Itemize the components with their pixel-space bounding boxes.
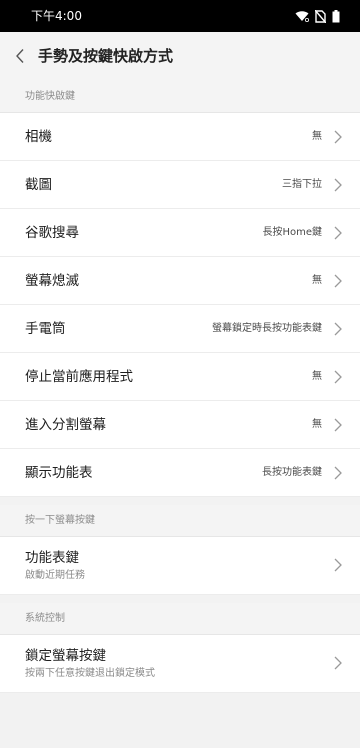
row-split-screen[interactable]: 進入分割螢幕 無	[0, 401, 360, 449]
section-header-shortcut-keys: 功能快啟鍵	[0, 81, 360, 113]
chevron-right-icon	[334, 274, 342, 288]
chevron-right-icon	[334, 656, 342, 670]
chevron-right-icon	[334, 466, 342, 480]
row-value: 長按Home鍵	[262, 227, 322, 238]
section-header-screen-buttons: 按一下螢幕按鍵	[0, 505, 360, 537]
section-title: 按一下螢幕按鍵	[25, 515, 95, 526]
wifi-icon	[295, 11, 309, 22]
row-subtitle: 按兩下任意按鍵退出鎖定模式	[25, 668, 155, 679]
row-label: 進入分割螢幕	[25, 417, 106, 433]
section-title: 功能快啟鍵	[25, 91, 75, 102]
app-bar: 手勢及按鍵快啟方式	[0, 32, 360, 81]
chevron-right-icon	[334, 418, 342, 432]
row-google-search[interactable]: 谷歌搜尋 長按Home鍵	[0, 209, 360, 257]
row-value: 無	[312, 275, 322, 286]
row-screen-off[interactable]: 螢幕熄滅 無	[0, 257, 360, 305]
section-gap	[0, 595, 360, 603]
row-lock-screen-button[interactable]: 鎖定螢幕按鍵 按兩下任意按鍵退出鎖定模式	[0, 635, 360, 693]
no-sim-icon	[315, 9, 326, 23]
chevron-right-icon	[334, 178, 342, 192]
row-value: 無	[312, 131, 322, 142]
status-time: 下午4:00	[31, 9, 82, 23]
section-gap	[0, 497, 360, 505]
back-button[interactable]	[10, 45, 30, 67]
row-label: 顯示功能表	[25, 465, 93, 481]
status-bar: 下午4:00	[0, 0, 360, 32]
page-title: 手勢及按鍵快啟方式	[38, 47, 174, 65]
row-label: 手電筒	[25, 321, 66, 337]
row-camera[interactable]: 相機 無	[0, 113, 360, 161]
row-value: 長按功能表鍵	[262, 467, 322, 478]
row-subtitle: 啟動近期任務	[25, 570, 85, 581]
row-label: 螢幕熄滅	[25, 273, 79, 289]
row-value: 無	[312, 419, 322, 430]
row-menu-key[interactable]: 功能表鍵 啟動近期任務	[0, 537, 360, 595]
chevron-right-icon	[334, 130, 342, 144]
row-label: 谷歌搜尋	[25, 225, 79, 241]
section-header-system-control: 系統控制	[0, 603, 360, 635]
battery-icon	[332, 9, 340, 22]
row-value: 無	[312, 371, 322, 382]
status-icons	[295, 9, 340, 23]
row-label: 截圖	[25, 177, 52, 193]
row-value: 三指下拉	[282, 179, 322, 190]
row-label: 功能表鍵	[25, 550, 79, 566]
row-value: 螢幕鎖定時長按功能表鍵	[212, 323, 322, 334]
row-label: 相機	[25, 129, 52, 145]
row-stop-app[interactable]: 停止當前應用程式 無	[0, 353, 360, 401]
chevron-right-icon	[334, 226, 342, 240]
row-label: 停止當前應用程式	[25, 369, 133, 385]
row-show-menu[interactable]: 顯示功能表 長按功能表鍵	[0, 449, 360, 497]
section-title: 系統控制	[25, 613, 65, 624]
row-flashlight[interactable]: 手電筒 螢幕鎖定時長按功能表鍵	[0, 305, 360, 353]
chevron-right-icon	[334, 370, 342, 384]
chevron-right-icon	[334, 322, 342, 336]
row-label: 鎖定螢幕按鍵	[25, 648, 106, 664]
chevron-right-icon	[334, 558, 342, 572]
chevron-left-icon	[16, 49, 24, 63]
row-screenshot[interactable]: 截圖 三指下拉	[0, 161, 360, 209]
settings-list: 功能快啟鍵 相機 無 截圖 三指下拉 谷歌搜尋 長按Home鍵 螢幕熄滅 無 手…	[0, 81, 360, 693]
